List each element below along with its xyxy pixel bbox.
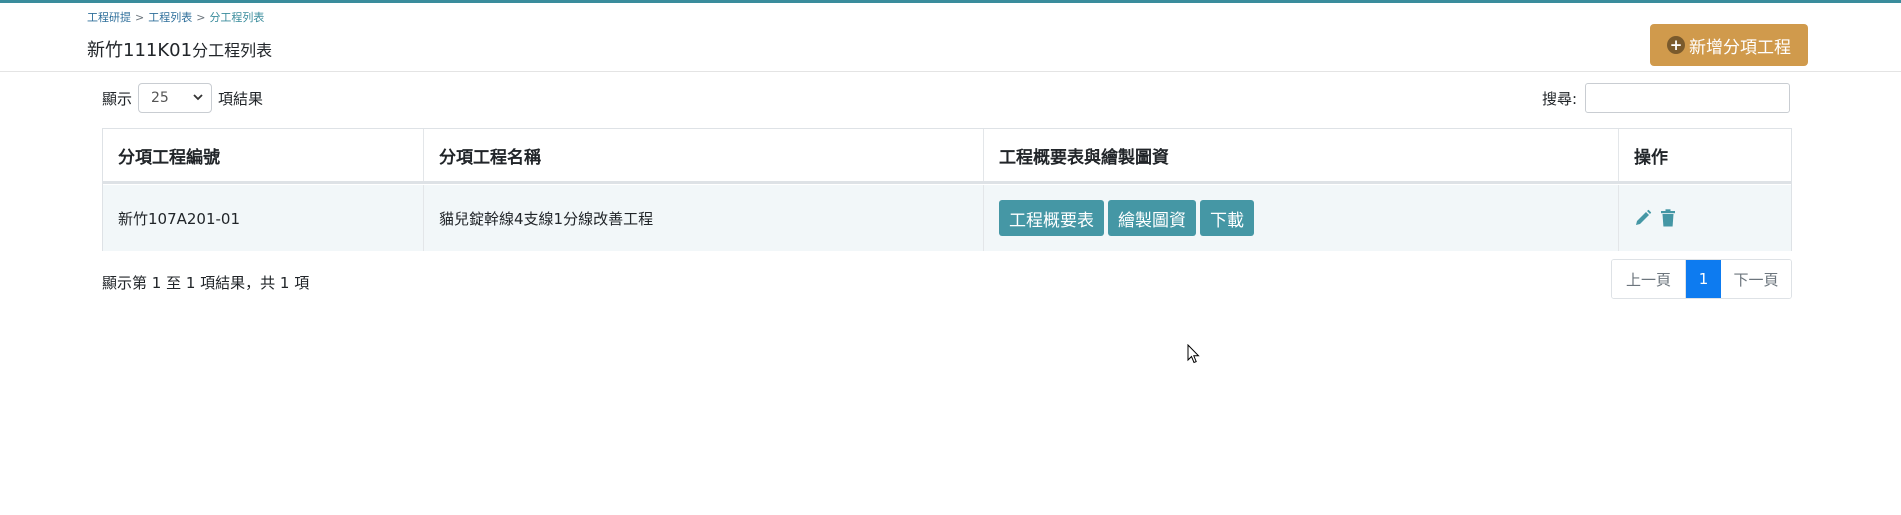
add-subproject-label: 新增分項工程 [1689,37,1791,58]
page-title-main: 新竹111K01 [87,40,193,61]
header-summary[interactable]: 工程概要表與繪製圖資 [984,129,1619,181]
page-title-suffix: 分工程列表 [192,41,273,60]
plus-circle-icon: + [1667,36,1685,54]
search-label: 搜尋: [1542,89,1578,108]
length-suffix: 項結果 [218,89,264,108]
page-header: 工程研提 > 工程列表 > 分工程列表 新竹111K01分工程列表 [0,3,1901,72]
prev-page-button[interactable]: 上一頁 [1612,260,1686,298]
chevron-down-icon [193,93,203,104]
cell-summary-buttons: 工程概要表 繪製圖資 下載 [984,185,1619,251]
mouse-cursor-icon [1187,343,1201,368]
page-length-control: 顯示 25 項結果 [102,82,263,114]
breadcrumb-item-current: 分工程列表 [209,11,265,24]
add-subproject-button[interactable]: + 新增分項工程 [1650,24,1808,66]
breadcrumb-item-proposal[interactable]: 工程研提 [87,11,131,24]
summary-table-button[interactable]: 工程概要表 [999,200,1104,236]
length-prefix: 顯示 [102,89,133,108]
cell-actions [1619,185,1791,251]
breadcrumb-separator: > [196,11,206,24]
page-1-button[interactable]: 1 [1686,260,1721,298]
table-info: 顯示第 1 至 1 項結果，共 1 項 [102,274,310,292]
next-page-button[interactable]: 下一頁 [1721,260,1791,298]
header-actions: 操作 [1634,147,1668,168]
search-control: 搜尋: [1542,82,1791,114]
cell-code: 新竹107A201-01 [103,185,424,251]
pencil-icon[interactable] [1634,209,1652,227]
breadcrumb-separator: > [135,11,145,24]
page-title: 新竹111K01分工程列表 [87,36,272,62]
page-length-value: 25 [151,90,169,106]
subproject-table: 分項工程編號 分項工程名稱 工程概要表與繪製圖資 操作 新竹107A201-01… [102,128,1792,251]
cell-name: 貓兒錠幹線4支線1分線改善工程 [424,185,984,251]
pagination: 上一頁 1 下一頁 [1611,259,1792,299]
header-name[interactable]: 分項工程名稱 [424,129,984,181]
draw-map-button[interactable]: 繪製圖資 [1108,200,1196,236]
search-input[interactable] [1585,83,1791,113]
header-code[interactable]: 分項工程編號 [103,129,424,181]
trash-icon[interactable] [1660,209,1678,227]
breadcrumb: 工程研提 > 工程列表 > 分工程列表 [87,9,264,25]
page-length-select[interactable]: 25 [138,83,213,113]
breadcrumb-item-project-list[interactable]: 工程列表 [148,11,192,24]
download-button[interactable]: 下載 [1200,200,1254,236]
table-header-row: 分項工程編號 分項工程名稱 工程概要表與繪製圖資 操作 [103,129,1791,184]
table-row: 新竹107A201-01 貓兒錠幹線4支線1分線改善工程 工程概要表 繪製圖資 … [103,185,1791,251]
